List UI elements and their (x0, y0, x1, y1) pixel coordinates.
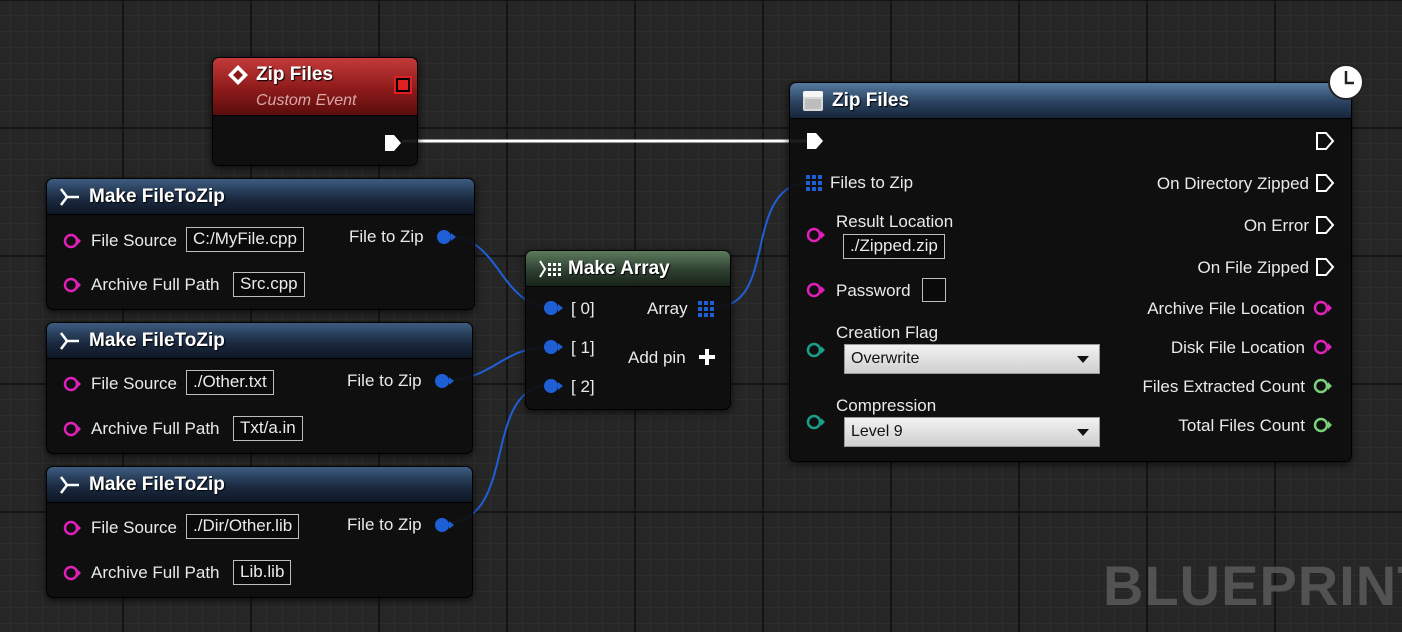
file-source-input[interactable]: ./Other.txt (186, 370, 274, 395)
string-pin-icon[interactable] (805, 281, 827, 299)
make-node-header: Make FileToZip (47, 467, 472, 503)
file-to-zip-label: File to Zip (347, 515, 422, 534)
result-location-label: Result Location (836, 212, 954, 231)
files-to-zip-label: Files to Zip (830, 173, 914, 192)
creation-flag-label: Creation Flag (836, 323, 939, 342)
byte-pin-icon[interactable] (805, 413, 827, 431)
struct-out-pin[interactable] (433, 516, 455, 534)
int-pin-icon[interactable] (1312, 416, 1334, 434)
compression-value: Level 9 (851, 423, 903, 440)
string-pin-icon[interactable] (63, 232, 81, 250)
array-out-pin[interactable] (697, 300, 715, 318)
make-filetozip-node-2[interactable]: Make FileToZip File Source ./Dir/Other.l… (46, 466, 473, 598)
struct-in-pin-1[interactable] (542, 338, 564, 356)
delegate-pin[interactable] (394, 76, 412, 94)
array-index-label-2: [ 2] (571, 377, 595, 396)
event-subtitle: Custom Event (256, 92, 357, 109)
array-index-label-0: [ 0] (571, 299, 595, 318)
archive-file-location-label: Archive File Location (1147, 299, 1305, 318)
file-source-label: File Source (91, 231, 177, 250)
add-pin-plus-icon[interactable] (698, 348, 716, 366)
string-pin-icon[interactable] (63, 519, 81, 537)
password-input[interactable] (922, 278, 946, 302)
event-diamond-icon (228, 65, 248, 85)
file-source-input[interactable]: ./Dir/Other.lib (186, 514, 300, 539)
make-array-node[interactable]: Make Array [ 0] [ 1] [ 2] Array Add pin (525, 250, 731, 410)
file-source-label: File Source (91, 374, 177, 393)
exec-out-pin[interactable] (1315, 215, 1335, 235)
exec-out-pin[interactable] (1315, 131, 1335, 151)
archive-path-input[interactable]: Src.cpp (233, 272, 305, 297)
string-pin-icon[interactable] (805, 226, 827, 244)
string-pin-icon[interactable] (63, 420, 81, 438)
file-to-zip-label: File to Zip (349, 227, 424, 246)
archive-path-input[interactable]: Txt/a.in (233, 416, 303, 441)
compression-label: Compression (836, 396, 937, 415)
exec-in-pin[interactable] (805, 131, 825, 151)
zip-node-title: Zip Files (832, 90, 910, 111)
struct-make-icon (60, 476, 79, 494)
chevron-down-icon (1077, 356, 1089, 363)
make-node-header: Make FileToZip (47, 323, 472, 359)
exec-out-pin[interactable] (383, 133, 403, 153)
string-pin-icon[interactable] (63, 564, 81, 582)
on-error-label: On Error (1243, 216, 1309, 235)
make-filetozip-node-0[interactable]: Make FileToZip File Source C:/MyFile.cpp… (46, 178, 475, 310)
make-filetozip-node-1[interactable]: Make FileToZip File Source ./Other.txt A… (46, 322, 473, 454)
creation-flag-dropdown[interactable]: Overwrite (844, 344, 1100, 374)
byte-pin-icon[interactable] (805, 341, 827, 359)
make-array-title: Make Array (568, 258, 670, 279)
archive-path-label: Archive Full Path (91, 419, 220, 438)
exec-out-pin[interactable] (1315, 257, 1335, 277)
total-files-count-label: Total Files Count (1178, 416, 1305, 435)
creation-flag-value: Overwrite (851, 350, 920, 367)
string-pin-icon[interactable] (1312, 299, 1334, 317)
on-directory-zipped-label: On Directory Zipped (1156, 174, 1309, 193)
archive-path-input[interactable]: Lib.lib (233, 560, 292, 585)
archive-path-label: Archive Full Path (91, 275, 220, 294)
node-title: Make FileToZip (89, 330, 225, 351)
add-pin-label[interactable]: Add pin (628, 348, 686, 368)
struct-out-pin[interactable] (435, 228, 457, 246)
event-node-header: Zip Files Custom Event (213, 58, 417, 116)
struct-make-icon (60, 332, 79, 350)
string-pin-icon[interactable] (63, 375, 81, 393)
struct-out-pin[interactable] (433, 372, 455, 390)
file-to-zip-label: File to Zip (347, 371, 422, 390)
node-title: Make FileToZip (89, 474, 225, 495)
compression-dropdown[interactable]: Level 9 (844, 417, 1100, 447)
disk-file-location-label: Disk File Location (1170, 338, 1305, 357)
array-grid-icon (539, 260, 561, 278)
archive-path-label: Archive Full Path (91, 563, 220, 582)
file-source-input[interactable]: C:/MyFile.cpp (186, 227, 304, 252)
password-label: Password (836, 281, 911, 300)
blueprint-watermark: BLUEPRINT (1103, 554, 1402, 617)
array-output-label: Array (647, 299, 688, 318)
custom-event-node[interactable]: Zip Files Custom Event (212, 57, 418, 166)
int-pin-icon[interactable] (1312, 377, 1334, 395)
struct-in-pin-0[interactable] (542, 299, 564, 317)
make-node-header: Make FileToZip (47, 179, 474, 215)
exec-out-pin[interactable] (1315, 173, 1335, 193)
file-source-label: File Source (91, 518, 177, 537)
struct-make-icon (60, 188, 79, 206)
files-extracted-count-label: Files Extracted Count (1142, 377, 1305, 396)
latent-clock-icon (1328, 64, 1364, 100)
zip-files-node[interactable]: Zip Files Files to Zip Result Location .… (789, 64, 1364, 462)
node-title: Make FileToZip (89, 186, 225, 207)
string-pin-icon[interactable] (1312, 338, 1334, 356)
array-index-label-1: [ 1] (571, 338, 595, 357)
struct-in-pin-2[interactable] (542, 377, 564, 395)
chevron-down-icon (1077, 429, 1089, 436)
function-icon (803, 91, 823, 111)
zip-node-header: Zip Files (790, 83, 1351, 119)
event-title: Zip Files (256, 64, 334, 85)
array-in-pin[interactable] (805, 174, 823, 192)
make-array-header: Make Array (526, 251, 730, 287)
on-file-zipped-label: On File Zipped (1197, 258, 1310, 277)
string-pin-icon[interactable] (63, 276, 81, 294)
result-location-input[interactable]: ./Zipped.zip (843, 234, 945, 259)
